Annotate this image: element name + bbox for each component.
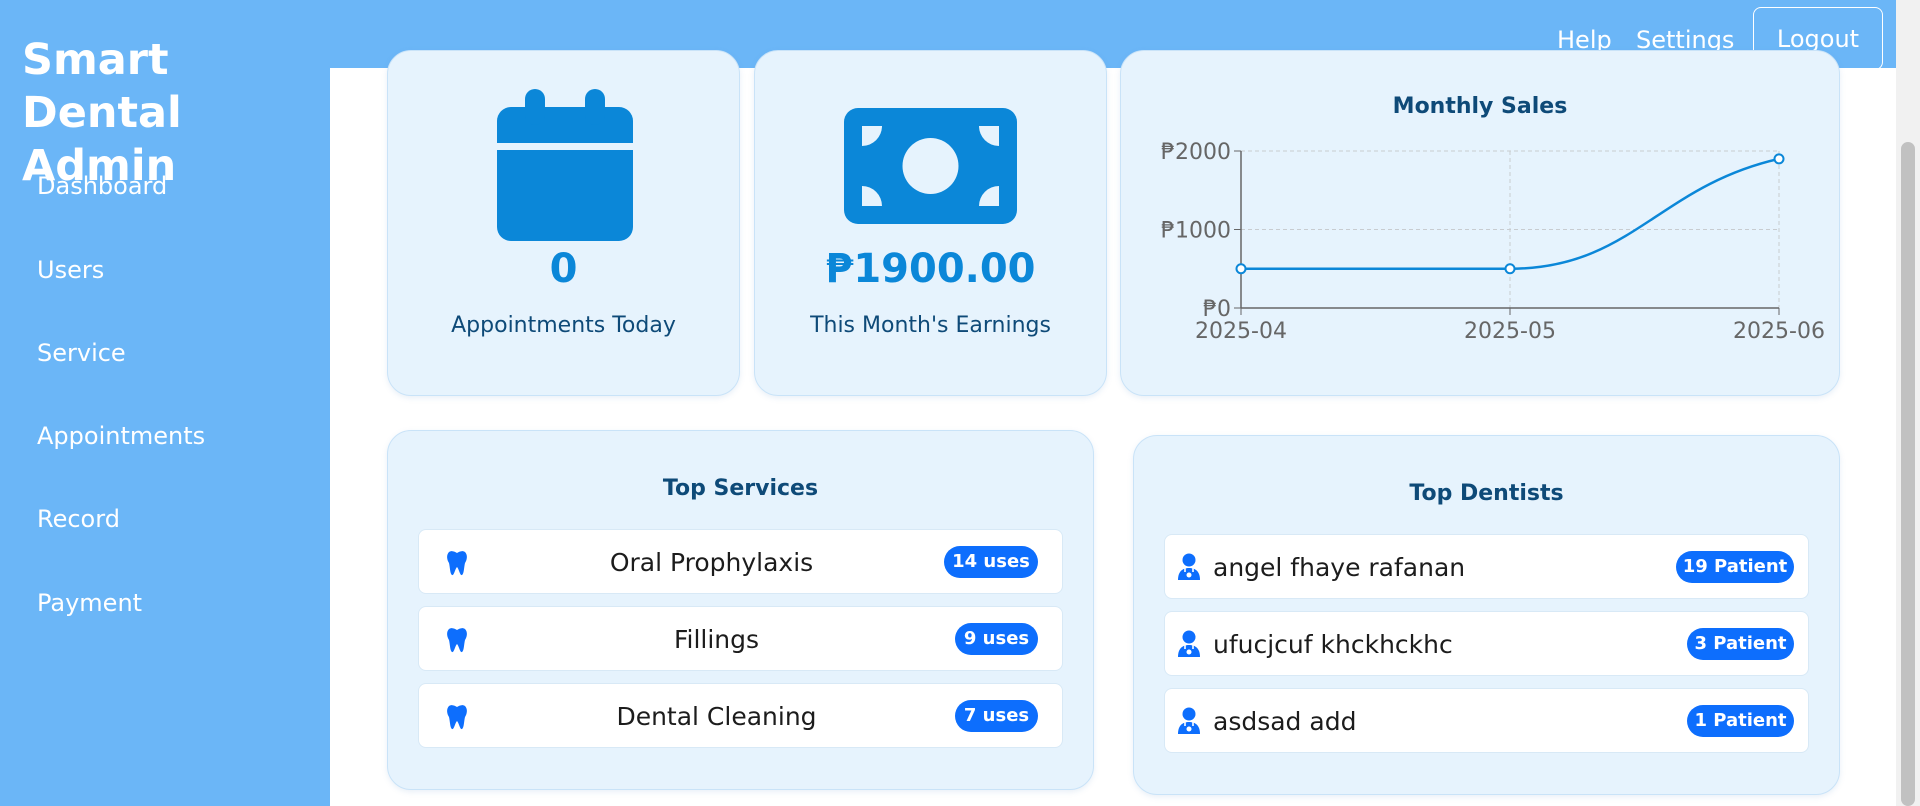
y-tick-label: ₱2000 [1161, 140, 1231, 165]
sidebar-item-appointments[interactable]: Appointments [37, 422, 205, 450]
top-dentists-card: Top Dentists angel fhaye rafanan 19 Pati… [1133, 435, 1840, 795]
service-row[interactable]: Dental Cleaning 7 uses [418, 683, 1063, 748]
dentist-row[interactable]: asdsad add 1 Patient [1164, 688, 1809, 753]
x-tick-label: 2025-06 [1733, 319, 1825, 344]
patient-badge: 1 Patient [1687, 705, 1794, 737]
calendar-icon [497, 89, 633, 241]
x-tick-label: 2025-05 [1464, 319, 1556, 344]
service-row[interactable]: Oral Prophylaxis 14 uses [418, 529, 1063, 594]
monthly-sales-chart: ₱0₱1000₱20002025-04 2025-05 2025-06 [1161, 140, 1825, 344]
usage-badge: 9 uses [955, 623, 1038, 655]
patient-badge: 19 Patient [1676, 551, 1794, 583]
sidebar-item-dashboard[interactable]: Dashboard [37, 172, 167, 200]
service-row[interactable]: Fillings 9 uses [418, 606, 1063, 671]
service-name: Oral Prophylaxis [609, 548, 814, 577]
earnings-card: ₱1900.00 This Month's Earnings [754, 50, 1107, 396]
service-name: Dental Cleaning [616, 702, 817, 731]
scrollbar-thumb[interactable] [1901, 142, 1915, 806]
top-services-card: Top Services Oral Prophylaxis 14 uses Fi… [387, 430, 1094, 790]
patient-badge: 3 Patient [1687, 628, 1794, 660]
data-point [1773, 153, 1785, 165]
sidebar: Smart Dental Admin Dashboard Users Servi… [0, 0, 330, 806]
sidebar-item-payment[interactable]: Payment [37, 589, 142, 617]
x-tick-label: 2025-04 [1195, 319, 1287, 344]
brand-title: Smart Dental Admin [22, 35, 182, 191]
dentist-row[interactable]: angel fhaye rafanan 19 Patient [1164, 534, 1809, 599]
dentist-row[interactable]: ufucjcuf khckhckhc 3 Patient [1164, 611, 1809, 676]
money-bill-icon [844, 108, 1017, 224]
y-tick-label: ₱1000 [1161, 219, 1231, 244]
sidebar-item-service[interactable]: Service [37, 339, 126, 367]
user-doctor-icon [1178, 630, 1200, 657]
earnings-label: This Month's Earnings [810, 313, 1051, 338]
usage-badge: 14 uses [944, 546, 1038, 578]
dentist-name: angel fhaye rafanan [1213, 553, 1466, 582]
data-point [1504, 263, 1516, 275]
top-services-title: Top Services [662, 476, 819, 501]
dentist-name: ufucjcuf khckhckhc [1213, 630, 1453, 659]
appointments-count: 0 [549, 246, 578, 292]
earnings-amount: ₱1900.00 [825, 246, 1036, 292]
monthly-sales-card: Monthly Sales ₱0 ₱1000 ₱2000 2025-04 2025-05… [1120, 50, 1840, 396]
usage-badge: 7 uses [955, 700, 1038, 732]
top-dentists-title: Top Dentists [1409, 481, 1564, 506]
sidebar-item-users[interactable]: Users [37, 256, 104, 284]
dentist-name: asdsad add [1213, 707, 1357, 736]
service-name: Fillings [673, 625, 760, 654]
user-doctor-icon [1178, 553, 1200, 580]
appointments-label: Appointments Today [451, 313, 676, 338]
appointments-card: 0 Appointments Today [387, 50, 740, 396]
user-doctor-icon [1178, 707, 1200, 734]
sidebar-item-record[interactable]: Record [37, 505, 120, 533]
data-point [1235, 263, 1247, 275]
